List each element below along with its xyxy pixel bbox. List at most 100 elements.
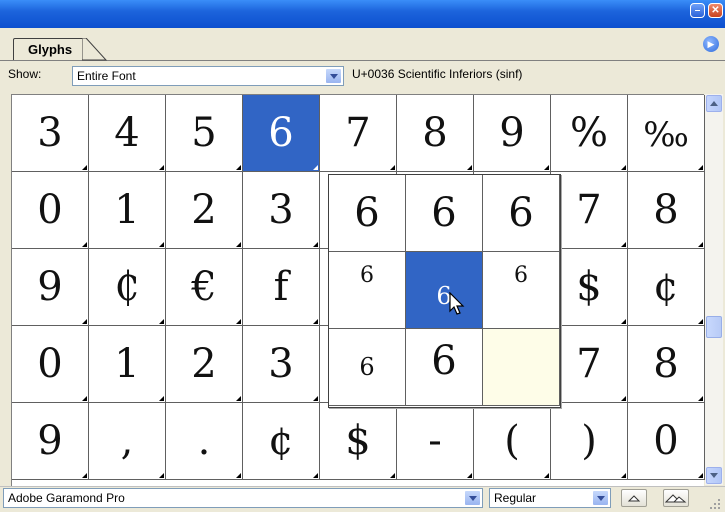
alternate-glyph-cell[interactable]: 6 — [329, 329, 406, 406]
alternate-glyph-char: 6 — [431, 338, 457, 384]
alternate-glyph-cell[interactable]: 6 — [329, 252, 406, 329]
alternate-glyph-char: 6 — [360, 263, 374, 288]
vertical-scrollbar[interactable] — [705, 94, 723, 485]
glyph-cell[interactable]: 3 — [12, 95, 89, 172]
glyph-char: 8 — [653, 187, 679, 233]
glyph-cell[interactable]: ¢ — [628, 249, 705, 326]
glyph-cell[interactable]: $ — [320, 403, 397, 480]
alternates-indicator-icon — [159, 165, 164, 170]
glyph-unicode-info: U+0036 Scientific Inferiors (sinf) — [352, 67, 523, 81]
glyph-cell[interactable]: 9 — [12, 249, 89, 326]
glyph-cell[interactable]: 2 — [166, 326, 243, 403]
alternate-glyph-cell[interactable]: 6 — [406, 252, 483, 329]
glyph-cell[interactable]: , — [89, 403, 166, 480]
scroll-up-icon[interactable] — [706, 95, 722, 112]
font-style-value: Regular — [494, 491, 537, 505]
alternates-indicator-icon — [698, 242, 703, 247]
alternate-glyph-cell[interactable]: 6 — [406, 175, 483, 252]
alternates-indicator-icon — [313, 165, 318, 170]
zoom-out-icon[interactable] — [621, 489, 647, 507]
alternate-glyph-cell[interactable]: 6 — [483, 252, 560, 329]
glyph-cell[interactable]: 0 — [628, 403, 705, 480]
glyph-char: $ — [576, 264, 602, 310]
glyph-cell[interactable]: 4 — [89, 95, 166, 172]
alternates-indicator-icon — [544, 165, 549, 170]
glyph-cell[interactable]: 6 — [243, 95, 320, 172]
glyph-cell[interactable]: 3 — [243, 326, 320, 403]
alternate-glyph-cell[interactable]: 6 — [483, 175, 560, 252]
glyph-cell[interactable]: 1 — [89, 326, 166, 403]
glyph-cell[interactable]: $ — [551, 249, 628, 326]
tab-edge — [82, 38, 108, 61]
glyph-cell[interactable]: 9 — [474, 95, 551, 172]
alternates-indicator-icon — [698, 165, 703, 170]
glyph-cell[interactable]: . — [166, 403, 243, 480]
alternate-glyph-cell[interactable]: 6 — [329, 175, 406, 252]
chevron-down-icon[interactable] — [325, 68, 342, 84]
glyph-cell[interactable]: ₵ — [89, 249, 166, 326]
glyph-cell[interactable]: 0 — [12, 172, 89, 249]
minimize-icon[interactable]: – — [690, 3, 705, 18]
glyph-cell[interactable]: 3 — [243, 172, 320, 249]
glyph-cell[interactable]: 0 — [12, 326, 89, 403]
panel-titlebar — [0, 0, 725, 28]
chevron-down-icon[interactable] — [592, 490, 609, 506]
glyph-cell[interactable]: 8 — [628, 172, 705, 249]
glyph-cell[interactable]: ) — [551, 403, 628, 480]
font-style-dropdown[interactable]: Regular — [489, 488, 611, 508]
glyph-char: 2 — [191, 341, 217, 387]
glyph-cell[interactable]: ¢ — [243, 403, 320, 480]
alternates-indicator-icon — [621, 242, 626, 247]
glyph-char: 5 — [191, 110, 217, 156]
glyph-char: 7 — [576, 341, 602, 387]
alternate-cell-empty[interactable] — [483, 329, 560, 406]
glyph-char: 3 — [268, 341, 294, 387]
glyph-char: 0 — [37, 341, 63, 387]
glyph-cell[interactable]: f — [243, 249, 320, 326]
resize-grip-icon[interactable] — [708, 497, 721, 509]
glyph-cell[interactable]: 7 — [320, 95, 397, 172]
glyph-cell[interactable]: 7 — [551, 326, 628, 403]
alternates-indicator-icon — [82, 473, 87, 478]
glyph-char: 6 — [268, 110, 294, 156]
glyph-char: , — [120, 418, 134, 464]
show-dropdown[interactable]: Entire Font — [72, 66, 344, 86]
alternates-indicator-icon — [313, 319, 318, 324]
font-family-dropdown[interactable]: Adobe Garamond Pro — [3, 488, 483, 508]
glyph-cell[interactable]: ( — [474, 403, 551, 480]
glyph-cell[interactable]: ‰ — [628, 95, 705, 172]
glyph-char: - — [428, 418, 442, 464]
glyph-cell[interactable]: € — [166, 249, 243, 326]
glyph-char: ¢ — [653, 264, 679, 310]
glyph-cell[interactable]: % — [551, 95, 628, 172]
glyph-cell[interactable]: - — [397, 403, 474, 480]
glyph-cell[interactable]: 9 — [12, 403, 89, 480]
close-icon[interactable]: ✕ — [708, 3, 723, 18]
panel-menu-icon[interactable]: ▶ — [703, 36, 719, 52]
alternates-indicator-icon — [236, 242, 241, 247]
alternates-indicator-icon — [698, 396, 703, 401]
scroll-down-icon[interactable] — [706, 467, 722, 484]
glyph-char: ) — [581, 418, 597, 464]
glyph-char: 1 — [114, 341, 140, 387]
alternate-glyph-char: 6 — [354, 190, 380, 236]
alternate-glyph-cell[interactable]: 6 — [406, 329, 483, 406]
glyph-char: 1 — [114, 187, 140, 233]
tab-glyphs[interactable]: Glyphs — [13, 38, 85, 60]
glyph-char: ( — [504, 418, 520, 464]
glyph-cell[interactable]: 5 — [166, 95, 243, 172]
glyph-cell[interactable]: 2 — [166, 172, 243, 249]
alternates-indicator-icon — [544, 473, 549, 478]
glyph-cell[interactable]: 1 — [89, 172, 166, 249]
glyph-char: 0 — [653, 418, 679, 464]
glyph-cell[interactable]: 8 — [397, 95, 474, 172]
glyph-char: 8 — [422, 110, 448, 156]
alternates-indicator-icon — [390, 165, 395, 170]
scroll-thumb[interactable] — [706, 316, 722, 338]
alternate-glyph-char: 6 — [359, 353, 375, 381]
zoom-in-icon[interactable] — [663, 489, 689, 507]
glyph-cell[interactable]: 7 — [551, 172, 628, 249]
glyph-cell[interactable]: 8 — [628, 326, 705, 403]
glyph-char: € — [191, 264, 217, 310]
chevron-down-icon[interactable] — [464, 490, 481, 506]
